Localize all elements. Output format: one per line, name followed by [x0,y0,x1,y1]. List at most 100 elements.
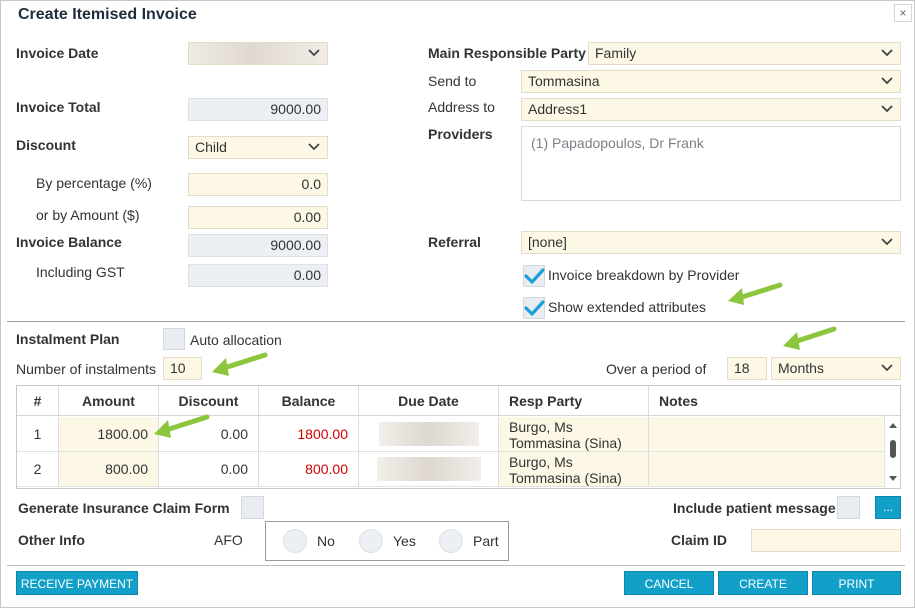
more-button[interactable]: ... [875,496,901,519]
by-amount-label: or by Amount ($) [36,207,140,223]
create-invoice-dialog: Create Itemised Invoice × Invoice Date I… [0,0,915,608]
chevron-down-icon [881,43,893,57]
amount-cell[interactable]: 1800.00 [59,417,159,451]
invoice-date-label: Invoice Date [16,45,99,61]
afo-label: AFO [214,532,243,548]
by-amount-input[interactable]: 0.00 [188,206,328,229]
footer-divider [7,565,905,566]
period-input[interactable]: 18 [727,357,767,380]
table-row[interactable]: 1 1800.00 0.00 1800.00 Burgo, Ms Tommasi… [17,417,885,452]
balance-cell: 800.00 [259,452,359,486]
provider-item[interactable]: (1) Papadopoulos, Dr Frank [531,135,704,151]
chevron-down-icon [308,137,320,151]
resp-party-cell[interactable]: Burgo, Ms Tommasina (Sina) [499,417,649,451]
print-button[interactable]: PRINT [812,571,901,595]
invoice-total-label: Invoice Total [16,99,101,115]
resp-party-line: Burgo, Ms [509,419,573,435]
send-to-value: Tommasina [528,73,600,89]
create-button[interactable]: CREATE [718,571,808,595]
invoice-date-select[interactable] [188,42,328,65]
providers-label: Providers [428,126,493,142]
discount-value: Child [195,139,227,155]
radio-no-label: No [317,533,335,549]
due-date-value [379,422,479,446]
referral-select[interactable]: [none] [521,231,901,254]
main-party-select[interactable]: Family [588,42,901,65]
include-message-label: Include patient message [673,500,836,516]
period-label: Over a period of [606,361,707,377]
number-instalments-input[interactable]: 10 [163,357,202,380]
annotation-arrow-icon [783,326,837,350]
annotation-arrow-icon [212,352,268,376]
radio-yes[interactable] [359,529,383,553]
period-unit-value: Months [778,360,824,376]
extended-attributes-checkbox[interactable] [523,297,545,319]
resp-party-line: Tommasina (Sina) [509,470,622,486]
breakdown-checkbox[interactable] [523,265,545,287]
discount-label: Discount [16,137,76,153]
address-to-value: Address1 [528,101,588,117]
due-date-cell[interactable] [359,452,499,486]
generate-claim-label: Generate Insurance Claim Form [18,500,230,516]
annotation-arrow-icon [728,282,783,305]
scrollbar-icon [889,423,897,481]
row-number: 1 [17,417,59,451]
chevron-down-icon [881,71,893,85]
notes-cell[interactable] [649,417,885,451]
checkmark-icon [523,297,545,319]
send-to-select[interactable]: Tommasina [521,70,901,93]
invoice-total-field: 9000.00 [188,98,328,121]
balance-cell: 1800.00 [259,417,359,451]
due-date-cell[interactable] [359,417,499,451]
close-icon[interactable]: × [894,4,912,22]
invoice-balance-field: 9000.00 [188,234,328,257]
breakdown-label: Invoice breakdown by Provider [548,267,740,283]
dialog-title: Create Itemised Invoice [18,6,197,23]
column-header[interactable]: Balance [259,386,359,415]
radio-part[interactable] [439,529,463,553]
send-to-label: Send to [428,73,477,89]
receive-payment-button[interactable]: RECEIVE PAYMENT [16,571,138,595]
include-message-checkbox[interactable] [837,496,860,519]
auto-allocation-label: Auto allocation [190,332,282,348]
column-header[interactable]: Notes [649,386,900,415]
address-to-select[interactable]: Address1 [521,98,901,121]
discount-select[interactable]: Child [188,136,328,159]
extended-attributes-label: Show extended attributes [548,299,706,315]
other-info-label: Other Info [18,532,85,548]
column-header[interactable]: Amount [59,386,159,415]
chevron-down-icon [308,43,320,57]
number-instalments-label: Number of instalments [16,361,157,377]
radio-part-label: Part [473,533,499,549]
including-gst-field: 0.00 [188,264,328,287]
section-divider [7,321,905,322]
amount-cell[interactable]: 800.00 [59,452,159,486]
referral-label: Referral [428,234,481,250]
providers-list[interactable]: (1) Papadopoulos, Dr Frank [521,126,901,201]
resp-party-line: Burgo, Ms [509,454,573,470]
notes-cell[interactable] [649,452,885,486]
radio-yes-label: Yes [393,533,416,549]
column-header[interactable]: # [17,386,59,415]
resp-party-line: Tommasina (Sina) [509,435,622,451]
discount-cell[interactable]: 0.00 [159,452,259,486]
generate-claim-checkbox[interactable] [241,496,264,519]
due-date-value [377,457,481,481]
main-party-value: Family [595,45,637,61]
auto-allocation-checkbox[interactable] [163,328,185,350]
chevron-down-icon [881,358,893,372]
invoice-balance-label: Invoice Balance [16,234,122,250]
table-row[interactable]: 2 800.00 0.00 800.00 Burgo, Ms Tommasina… [17,452,885,487]
by-percentage-input[interactable]: 0.0 [188,173,328,196]
annotation-arrow-icon [154,414,210,438]
radio-no[interactable] [283,529,307,553]
period-unit-select[interactable]: Months [771,357,901,380]
claim-id-input[interactable] [751,529,901,552]
chevron-down-icon [881,232,893,246]
cancel-button[interactable]: CANCEL [624,571,714,595]
resp-party-cell[interactable]: Burgo, Ms Tommasina (Sina) [499,452,649,486]
row-number: 2 [17,452,59,486]
column-header[interactable]: Resp Party [499,386,649,415]
table-scrollbar[interactable] [884,416,900,488]
column-header[interactable]: Due Date [359,386,499,415]
